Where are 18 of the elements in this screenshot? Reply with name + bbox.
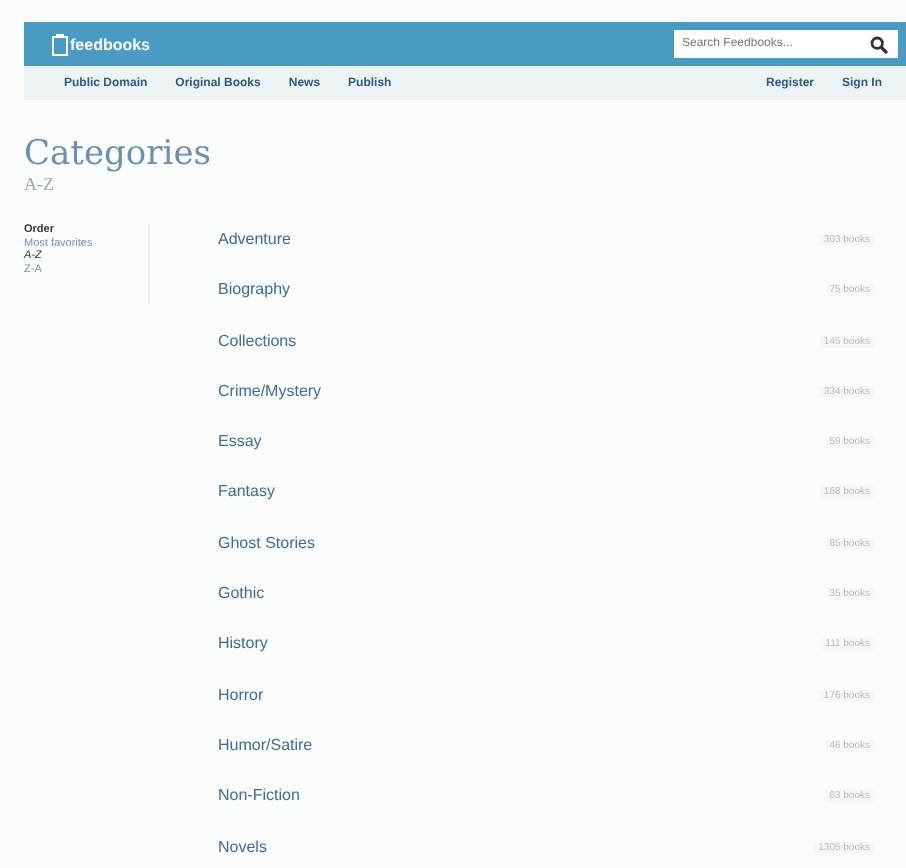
- category-link[interactable]: Gothic: [218, 584, 265, 603]
- category-link[interactable]: Collections: [218, 331, 297, 350]
- search-icon[interactable]: [870, 35, 888, 53]
- category-link[interactable]: Fantasy: [218, 482, 275, 501]
- category-link[interactable]: Humor/Satire: [218, 735, 313, 754]
- page-subtitle: A-Z: [24, 174, 56, 194]
- category-link[interactable]: Non-Fiction: [218, 786, 300, 805]
- page-title: Categories: [24, 134, 213, 174]
- category-link[interactable]: History: [218, 634, 268, 653]
- logo-text: feedbooks: [70, 35, 151, 53]
- category-link[interactable]: Crime/Mystery: [218, 381, 322, 400]
- category-link[interactable]: Ghost Stories: [218, 533, 315, 552]
- category-link[interactable]: Essay: [218, 432, 262, 451]
- category-link[interactable]: Novels: [218, 837, 267, 856]
- category-link[interactable]: Adventure: [218, 230, 291, 248]
- category-link[interactable]: Biography: [218, 280, 291, 299]
- logo[interactable]: feedbooks: [52, 33, 151, 55]
- category-link[interactable]: Horror: [218, 685, 264, 704]
